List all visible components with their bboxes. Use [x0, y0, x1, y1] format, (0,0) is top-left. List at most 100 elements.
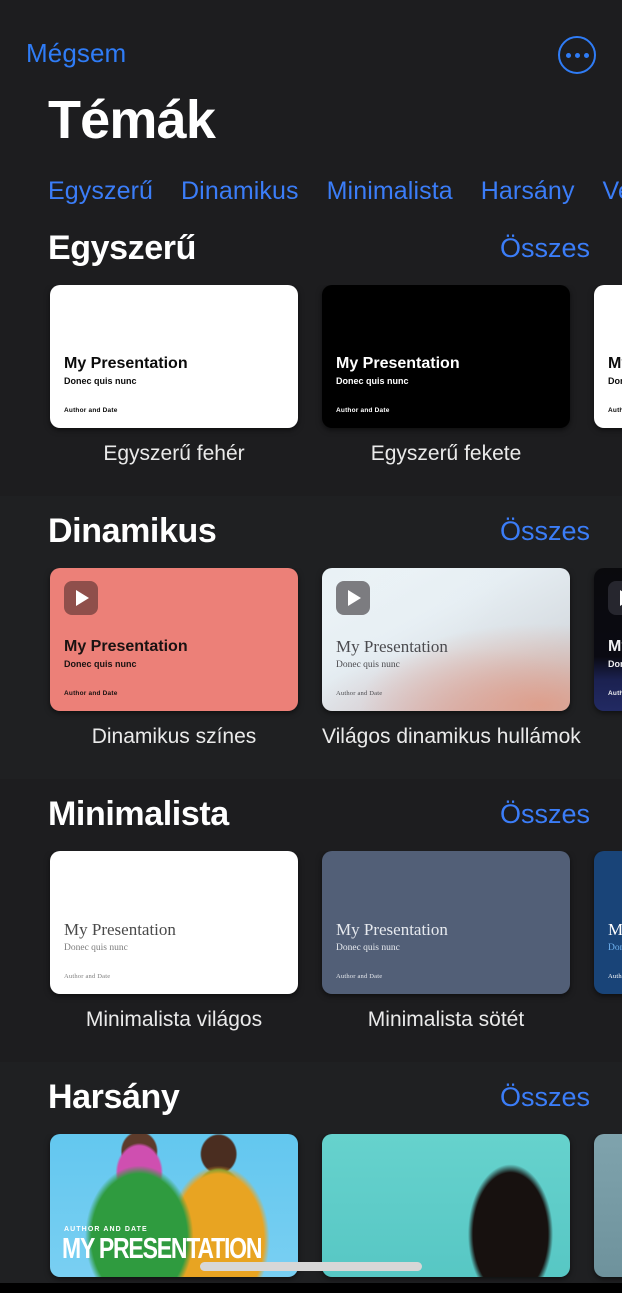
section-title: Dinamikus	[48, 512, 217, 551]
theme-name-label: Egyszerű fehér	[103, 441, 245, 465]
theme-section: Minimalista Összes My Presentation Donec qu…	[0, 779, 622, 1062]
home-indicator[interactable]	[200, 1262, 422, 1271]
play-icon	[64, 580, 98, 615]
theme-thumbnail[interactable]: My Presentation Donec quis nunc Author and…	[50, 284, 298, 428]
slide-title: My Presentation	[608, 637, 622, 655]
category-tab-strip[interactable]: Egyszerű Dinamikus Minimalista Harsány Vez	[0, 171, 622, 213]
see-all-link[interactable]: Összes	[500, 233, 590, 264]
slide-text-block: My Presentation Donec quis nunc	[336, 919, 560, 954]
theme-section: Dinamikus Összes My Presentation Donec quis…	[0, 495, 622, 779]
category-tab[interactable]: Harsány	[481, 177, 575, 206]
slide-title: My Presentation	[64, 919, 176, 939]
slide-text-block: My Presentation Donec quis nunc	[608, 355, 622, 387]
slide-text-block: My Presentation Donec quis nunc	[336, 355, 560, 387]
slide-author: Author and Date	[336, 972, 383, 980]
slide-text-block: My Presentation Donec quis nunc	[64, 919, 288, 954]
ellipsis-dot	[583, 52, 589, 58]
theme-row[interactable]: My Presentation Donec quis nunc Author and…	[0, 850, 622, 1032]
category-tab[interactable]: Dinamikus	[181, 177, 299, 206]
theme-name-label: Dinamikus színes	[91, 724, 257, 748]
theme-cell[interactable]: My Presentation Donec quis nunc Author and…	[594, 284, 622, 466]
section-header: Dinamikus Összes	[0, 496, 622, 568]
theme-thumbnail[interactable]: My Presentation Donec quis nunc Author and…	[594, 284, 622, 428]
theme-thumbnail[interactable]: AUTHOR AND DATE MY PRESENTATION	[50, 1133, 298, 1277]
category-tab[interactable]: Minimalista	[327, 177, 453, 206]
theme-thumbnail[interactable]	[322, 1133, 570, 1277]
section-header: Harsány Összes	[0, 1062, 622, 1134]
slide-subtitle: Donec quis nunc	[336, 660, 400, 671]
slide-author: Author and Date	[336, 689, 383, 697]
slide-title: My Presentation	[608, 919, 622, 939]
slide-title: My Presentation	[336, 919, 448, 939]
theme-row[interactable]: My Presentation Donec quis nunc Author and…	[0, 567, 622, 749]
bottom-edge	[0, 1283, 622, 1293]
slide-text-block: My Presentation Donec quis nunc	[64, 638, 288, 670]
slide-subtitle: Donec quis nunc	[608, 659, 622, 670]
slide-title: My Presentation	[608, 354, 622, 372]
theme-row[interactable]: My Presentation Donec quis nunc Author and…	[0, 284, 622, 466]
play-icon	[336, 580, 370, 615]
section-header: Minimalista Összes	[0, 779, 622, 851]
top-bar: Mégsem	[0, 0, 622, 86]
slide-text-block: My Presentation Donec quis nunc	[64, 355, 288, 387]
theme-sections: Egyszerű Összes My Presentation Donec quis …	[0, 213, 622, 1293]
section-title: Egyszerű	[48, 229, 196, 268]
slide-title: My Presentation	[64, 637, 188, 655]
see-all-link[interactable]: Összes	[500, 1082, 590, 1113]
category-tab[interactable]: Egyszerű	[48, 177, 153, 206]
theme-thumbnail[interactable]: My Presentation Donec quis nunc Author and…	[50, 850, 298, 994]
theme-cell[interactable]: My Presentation Donec quis nunc Author and…	[50, 850, 298, 1032]
theme-name-label: Világos dinamikus hullámok	[322, 724, 581, 748]
slide-author: Author and Date	[64, 689, 118, 697]
slide-author: Author and Date	[608, 406, 622, 414]
slide-subtitle: Donec quis nunc	[64, 376, 137, 387]
theme-thumbnail[interactable]: My Presentation Donec quis nunc Author and…	[322, 850, 570, 994]
theme-cell[interactable]	[594, 1133, 622, 1291]
theme-cell[interactable]: My Presentation Donec quis nunc Author and…	[322, 284, 570, 466]
slide-subtitle: Donec quis nunc	[608, 943, 622, 954]
ellipsis-circle-icon[interactable]	[558, 36, 596, 74]
cancel-button[interactable]: Mégsem	[26, 38, 126, 69]
theme-thumbnail[interactable]: My Presentation Donec quis nunc Author and…	[50, 567, 298, 711]
slide-subtitle: Donec quis nunc	[64, 943, 128, 954]
theme-thumbnail[interactable]: My Presentation Donec quis nunc Author and…	[322, 567, 570, 711]
slide-author: Author and Date	[608, 689, 622, 697]
theme-thumbnail[interactable]: My Presentation Donec quis nunc Author and…	[322, 284, 570, 428]
slide-subtitle: Donec quis nunc	[608, 376, 622, 387]
theme-section: Harsány Összes AUTHOR AND DATE MY PRESENTAT…	[0, 1061, 622, 1293]
slide-author: Author and Date	[64, 972, 111, 980]
see-all-link[interactable]: Összes	[500, 799, 590, 830]
slide-author: Author and Date	[64, 406, 118, 414]
slide-title: My Presentation	[336, 354, 460, 372]
theme-cell[interactable]: My Presentation Donec quis nunc Author and…	[322, 850, 570, 1032]
slide-subtitle: Donec quis nunc	[336, 943, 400, 954]
theme-cell[interactable]: My Presentation Donec quis nunc Author and…	[322, 567, 581, 749]
play-triangle	[348, 589, 361, 606]
ellipsis-dot	[565, 52, 571, 58]
slide-title: MY PRESENTATION	[62, 1231, 262, 1264]
theme-thumbnail[interactable]: My Presentation Donec quis nunc Author and…	[594, 850, 622, 994]
category-tab[interactable]: Vez	[603, 177, 622, 206]
theme-thumbnail[interactable]	[594, 1133, 622, 1277]
theme-cell[interactable]: My Presentation Donec quis nunc Author and…	[594, 567, 622, 749]
ellipsis-dot	[574, 52, 580, 58]
play-icon	[608, 580, 622, 615]
slide-text-block: My Presentation Donec quis nunc	[336, 636, 560, 671]
see-all-link[interactable]: Összes	[500, 516, 590, 547]
theme-cell[interactable]: My Presentation Donec quis nunc Author and…	[50, 567, 298, 749]
section-title: Minimalista	[48, 795, 229, 834]
theme-thumbnail[interactable]: My Presentation Donec quis nunc Author and…	[594, 567, 622, 711]
theme-cell[interactable]: My Presentation Donec quis nunc Author and…	[594, 850, 622, 1032]
play-triangle	[76, 589, 89, 606]
theme-name-label: Egyszerű fekete	[370, 441, 522, 465]
theme-name-label: Minimalista világos	[85, 1007, 263, 1031]
theme-name-label: Minimalista sötét	[367, 1007, 525, 1031]
slide-text-block: My Presentation Donec quis nunc	[608, 919, 622, 954]
slide-title: My Presentation	[336, 636, 448, 656]
theme-cell[interactable]: My Presentation Donec quis nunc Author and…	[50, 284, 298, 466]
section-title: Harsány	[48, 1078, 180, 1117]
slide-subtitle: Donec quis nunc	[64, 659, 137, 670]
slide-subtitle: Donec quis nunc	[336, 376, 409, 387]
